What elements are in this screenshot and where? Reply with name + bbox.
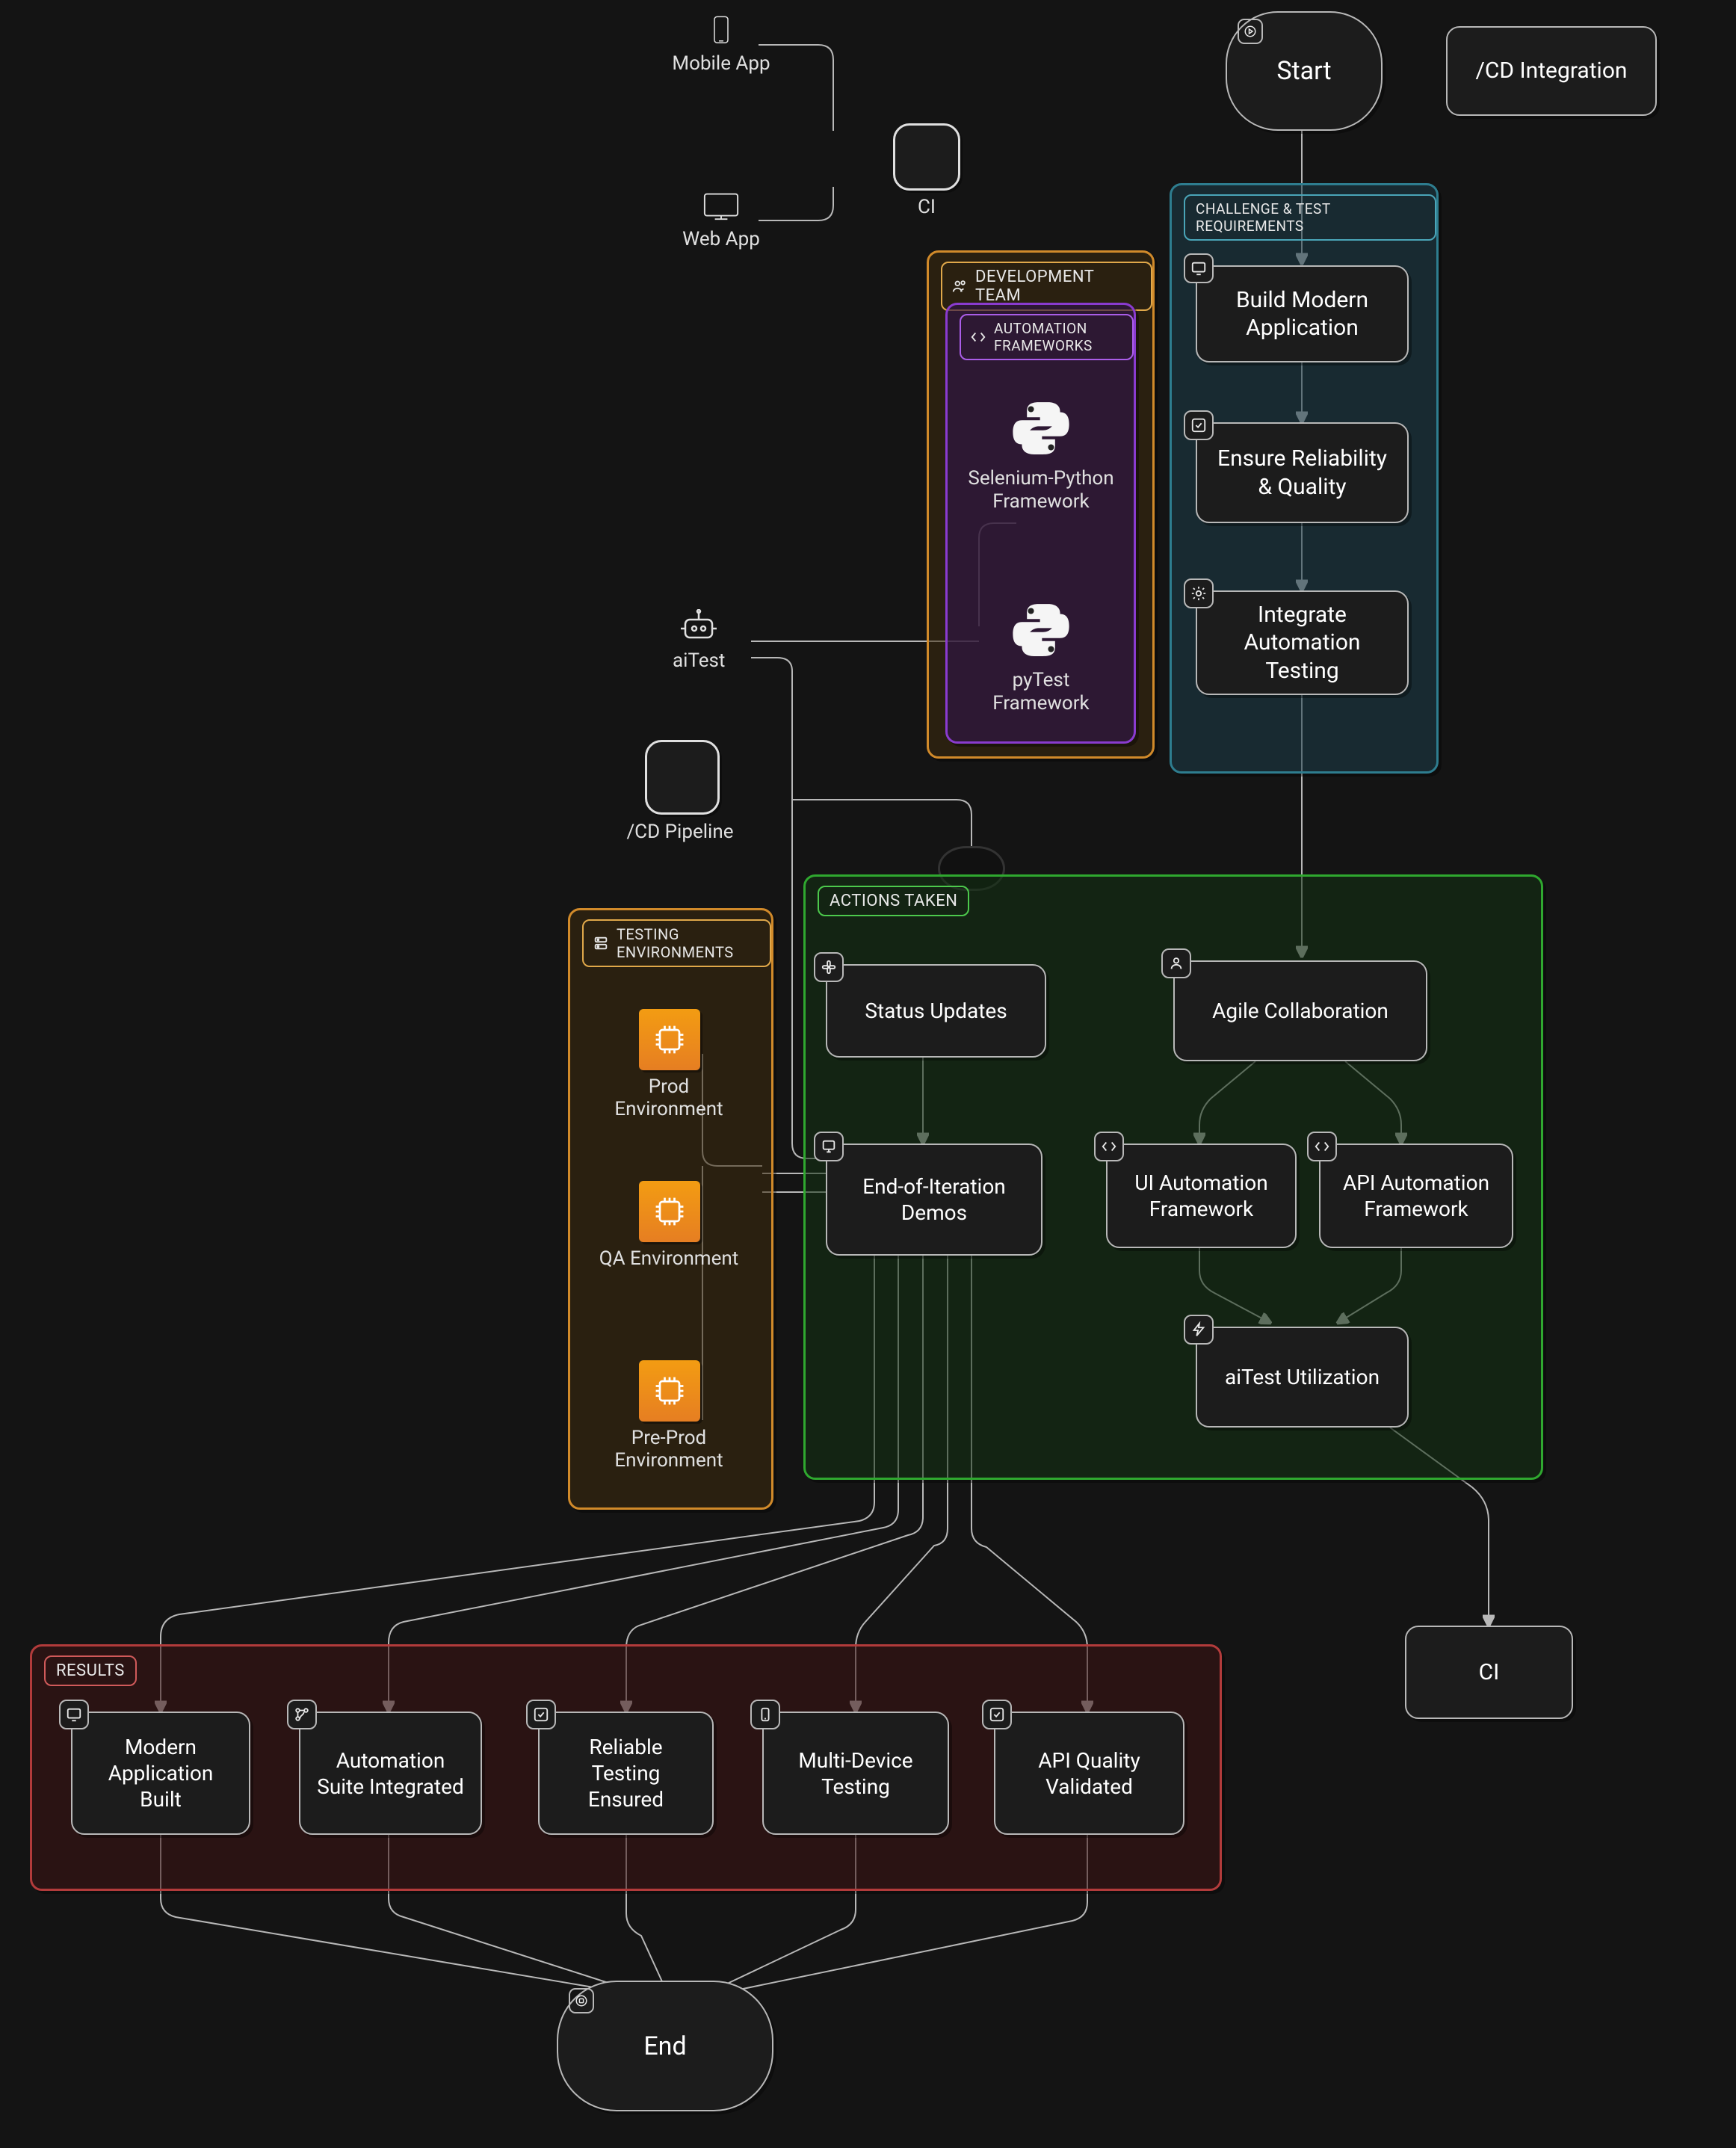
demos-node: End-of-Iteration Demos bbox=[826, 1144, 1042, 1256]
agile-label: Agile Collaboration bbox=[1212, 998, 1389, 1024]
code-icon bbox=[1307, 1132, 1337, 1161]
mobile-app-icon: Mobile App bbox=[691, 15, 751, 75]
ensure-reliability-node: Ensure Reliability & Quality bbox=[1196, 422, 1409, 523]
ci-right-node: CI bbox=[1405, 1626, 1573, 1719]
result-reliable-label: Reliable Testing Ensured bbox=[553, 1734, 699, 1812]
monitor-icon bbox=[1184, 253, 1214, 283]
pytest-label: pyTest Framework bbox=[966, 669, 1116, 715]
status-updates-node: Status Updates bbox=[826, 964, 1046, 1058]
start-terminal: Start bbox=[1226, 11, 1383, 131]
ui-fw-node: UI Automation Framework bbox=[1106, 1144, 1297, 1248]
prod-env-label: Prod Environment bbox=[594, 1076, 744, 1121]
python-logo-pytest bbox=[1009, 598, 1073, 662]
slack-icon bbox=[814, 952, 844, 982]
result-api-node: API Quality Validated bbox=[994, 1712, 1184, 1835]
aitest-util-label: aiTest Utilization bbox=[1225, 1364, 1380, 1390]
ui-fw-label: UI Automation Framework bbox=[1121, 1170, 1282, 1222]
diagram-canvas: Mobile App Web App CI Start /CD Integrat… bbox=[0, 0, 1736, 2148]
testing-envs-title: TESTING ENVIRONMENTS bbox=[582, 919, 771, 967]
python-logo-selenium bbox=[1009, 396, 1073, 460]
status-label: Status Updates bbox=[865, 998, 1007, 1024]
auto-fw-title: AUTOMATION FRAMEWORKS bbox=[960, 314, 1134, 360]
result-reliable-node: Reliable Testing Ensured bbox=[538, 1712, 714, 1835]
actions-title: ACTIONS TAKEN bbox=[818, 886, 969, 916]
check-square-icon bbox=[526, 1700, 556, 1729]
mobile-app-label: Mobile App bbox=[672, 52, 770, 75]
stop-icon bbox=[569, 1988, 594, 2013]
prod-env-chip bbox=[639, 1009, 700, 1070]
web-app-icon: Web App bbox=[691, 191, 751, 250]
user-icon bbox=[1161, 948, 1191, 978]
build-label: Build Modern Application bbox=[1211, 286, 1394, 342]
build-modern-app-node: Build Modern Application bbox=[1196, 265, 1409, 362]
cd-integration-node: /CD Integration bbox=[1446, 26, 1657, 116]
result-suite-node: Automation Suite Integrated bbox=[299, 1712, 482, 1835]
aitest-util-node: aiTest Utilization bbox=[1196, 1327, 1409, 1428]
phone-icon bbox=[750, 1700, 780, 1729]
aitest-robot-icon: aiTest bbox=[673, 609, 725, 672]
result-multi-node: Multi-Device Testing bbox=[762, 1712, 949, 1835]
selenium-label: Selenium-Python Framework bbox=[966, 467, 1116, 513]
aitest-label: aiTest bbox=[673, 649, 725, 672]
check-square-icon bbox=[982, 1700, 1012, 1729]
ensure-label: Ensure Reliability & Quality bbox=[1211, 445, 1394, 501]
cd-pipeline-box bbox=[645, 740, 720, 815]
end-terminal: End bbox=[557, 1981, 773, 2111]
result-built-node: Modern Application Built bbox=[71, 1712, 250, 1835]
check-square-icon bbox=[1184, 410, 1214, 440]
monitor-icon bbox=[59, 1700, 89, 1729]
code-icon bbox=[1094, 1132, 1124, 1161]
bolt-icon bbox=[1184, 1315, 1214, 1345]
presentation-icon bbox=[814, 1132, 844, 1161]
integrate-automation-node: Integrate Automation Testing bbox=[1196, 590, 1409, 695]
result-built-label: Modern Application Built bbox=[86, 1734, 235, 1812]
branch-icon bbox=[287, 1700, 317, 1729]
ci-right-label: CI bbox=[1479, 1658, 1500, 1687]
demos-label: End-of-Iteration Demos bbox=[841, 1173, 1028, 1226]
agile-collab-node: Agile Collaboration bbox=[1173, 960, 1427, 1061]
end-label: End bbox=[643, 2031, 686, 2061]
integrate-label: Integrate Automation Testing bbox=[1211, 601, 1394, 685]
result-multi-label: Multi-Device Testing bbox=[777, 1747, 934, 1800]
ci-box-top bbox=[893, 123, 960, 191]
web-app-label: Web App bbox=[682, 228, 760, 250]
play-icon bbox=[1238, 19, 1263, 44]
preprod-env-label: Pre-Prod Environment bbox=[594, 1428, 744, 1472]
result-api-label: API Quality Validated bbox=[1009, 1747, 1170, 1800]
qa-env-chip bbox=[639, 1181, 700, 1242]
qa-env-label: QA Environment bbox=[594, 1248, 744, 1271]
start-label: Start bbox=[1276, 56, 1331, 86]
result-suite-label: Automation Suite Integrated bbox=[314, 1747, 467, 1800]
challenge-title: CHALLENGE & TEST REQUIREMENTS bbox=[1184, 194, 1436, 241]
api-fw-label: API Automation Framework bbox=[1334, 1170, 1498, 1222]
cd-pipeline-label: /CD Pipeline bbox=[598, 821, 762, 843]
api-fw-node: API Automation Framework bbox=[1319, 1144, 1513, 1248]
cd-integration-label: /CD Integration bbox=[1475, 57, 1627, 85]
results-title: RESULTS bbox=[44, 1655, 137, 1686]
ci-label-top: CI bbox=[878, 196, 975, 218]
preprod-env-chip bbox=[639, 1360, 700, 1422]
gear-icon bbox=[1184, 578, 1214, 608]
